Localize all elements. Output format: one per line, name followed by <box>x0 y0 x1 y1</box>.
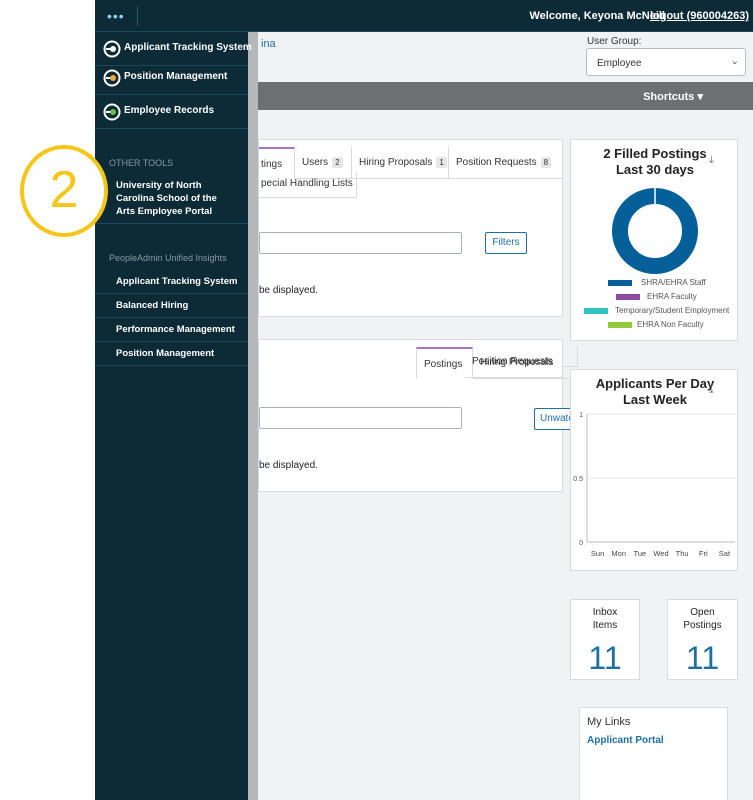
line-chart: 1 0.5 0 Sun Mon Tue Wed Thu Fri Sat <box>573 412 735 558</box>
stat-label-line1: Inbox <box>592 607 618 618</box>
x-tick-label: Fri <box>699 549 708 558</box>
caret-down-icon: ▾ <box>697 91 703 103</box>
download-icon[interactable]: ⤓ <box>709 384 723 396</box>
legend-item: SHRA/EHRA Staff <box>571 277 739 289</box>
unused <box>563 346 578 367</box>
shortcuts-bar: Shortcuts ▾ <box>258 82 753 110</box>
x-tick-label: Wed <box>653 549 668 558</box>
legend-label: EHRA Non Faculty <box>637 320 704 329</box>
sidebar-item-employee-records[interactable]: Employee Records <box>95 95 248 129</box>
inbox-items-card[interactable]: Inbox Items 11 <box>570 599 640 680</box>
y-tick-label: 0.5 <box>573 476 583 483</box>
sidebar-item-employee-portal[interactable]: University of North Carolina School of t… <box>95 178 248 224</box>
tab-position-requests[interactable]: Position Requests 8 <box>449 147 563 179</box>
other-tools-heading: OTHER TOOLS <box>109 158 174 168</box>
empty-message: be displayed. <box>259 285 318 296</box>
sidebar-shadow <box>248 32 258 800</box>
tab-label: Postings <box>424 359 463 370</box>
tab-special-handling-lists[interactable]: pecial Handling Lists <box>259 172 357 198</box>
shortcuts-menu[interactable]: Shortcuts ▾ <box>643 90 703 103</box>
pie-chart <box>612 188 698 274</box>
my-links-title: My Links <box>587 716 631 728</box>
app-logo-icon <box>103 40 121 58</box>
legend-swatch <box>608 280 632 286</box>
tab-label: Users <box>302 157 329 168</box>
filters-button[interactable]: Filters <box>485 232 527 254</box>
x-tick-label: Thu <box>676 549 689 558</box>
applicants-per-day-card: Applicants Per Day Last Week ⤓ 1 0.5 0 Sun M… <box>570 369 738 571</box>
sidebar-item-position-management[interactable]: Position Management <box>95 61 248 95</box>
app-logo-icon <box>103 69 121 87</box>
sidebar-item-insights-ats[interactable]: Applicant Tracking System <box>95 270 248 294</box>
stat-value: 11 <box>588 640 622 676</box>
x-tick-label: Tue <box>634 549 647 558</box>
inbox-panel: tings Users 2 Hiring Proposals 1 Position … <box>258 139 563 317</box>
user-group-label: User Group: <box>587 36 642 47</box>
tab-position-requests[interactable]: Position Requests <box>465 346 562 378</box>
tab-hiring-proposals[interactable]: Hiring Proposals 1 <box>352 147 449 179</box>
y-tick-label: 1 <box>579 412 583 419</box>
x-tick-label: Sun <box>591 549 604 558</box>
sidebar-item-label: Applicant Tracking System <box>124 42 252 53</box>
stat-label-line1: Open <box>690 607 715 618</box>
my-links-card: My Links Applicant Portal <box>579 707 728 800</box>
x-tick-label: Mon <box>611 549 626 558</box>
sidebar-item-label: Employee Records <box>124 105 215 116</box>
open-postings-card[interactable]: Open Postings 11 <box>667 599 738 680</box>
filled-postings-card: 2 Filled Postings Last 30 days ⤓ SHRA/EH… <box>570 139 738 341</box>
stat-label: Open Postings <box>668 606 737 632</box>
step-number-callout: 2 <box>20 145 108 237</box>
app-logo-icon <box>103 103 121 121</box>
legend-label: EHRA Faculty <box>647 292 697 301</box>
count-badge: 1 <box>436 157 447 168</box>
chevron-down-icon: ⌄ <box>730 56 739 67</box>
legend-item: EHRA Non Faculty <box>571 319 739 331</box>
pie-slice-ring <box>612 188 698 274</box>
tab-label: pecial Handling Lists <box>261 178 353 189</box>
legend-item: Temporary/Student Employment <box>571 305 739 317</box>
search-input[interactable] <box>259 232 462 254</box>
top-bar-divider <box>137 6 138 26</box>
tab-label: Position Requests <box>456 157 537 168</box>
logout-link[interactable]: logout (960004263) <box>650 10 749 22</box>
insights-heading: PeopleAdmin Unified Insights <box>109 253 227 263</box>
applicant-portal-link[interactable]: Applicant Portal <box>587 735 664 746</box>
stat-label-line2: Postings <box>683 620 722 631</box>
legend-label: Temporary/Student Employment <box>615 306 730 315</box>
x-tick-label: Sat <box>719 549 731 558</box>
app-window: ••• Welcome, Keyona McNeill logout (9600… <box>95 0 753 800</box>
top-bar: ••• Welcome, Keyona McNeill logout (9600… <box>95 0 753 32</box>
legend-swatch <box>584 308 608 314</box>
institution-name-link[interactable]: ina <box>261 38 276 50</box>
y-tick-label: 0 <box>579 540 583 547</box>
legend-swatch <box>608 322 632 328</box>
tab-label: tings <box>261 159 283 170</box>
search-input[interactable] <box>259 407 462 429</box>
empty-message: be displayed. <box>259 460 318 471</box>
sidebar-item-insights-position-management[interactable]: Position Management <box>95 342 248 366</box>
download-icon[interactable]: ⤓ <box>709 154 723 166</box>
count-badge: 8 <box>540 157 552 168</box>
legend-label: SHRA/EHRA Staff <box>641 278 706 287</box>
legend-item: EHRA Faculty <box>571 291 739 303</box>
stat-value: 11 <box>685 640 720 676</box>
legend-swatch <box>616 294 640 300</box>
pie-slice <box>612 188 698 274</box>
shortcuts-label: Shortcuts <box>643 91 695 103</box>
app-switcher-sidebar: Applicant Tracking System Position Manag… <box>95 32 252 800</box>
menu-dots-icon[interactable]: ••• <box>107 9 127 23</box>
tab-label: Position Requests <box>472 356 553 367</box>
user-group-select[interactable]: Employee ⌄ <box>586 48 746 76</box>
stat-label: Inbox Items <box>571 606 639 632</box>
welcome-text: Welcome, Keyona McNeill <box>529 10 665 22</box>
sidebar-item-performance-management[interactable]: Performance Management <box>95 318 248 342</box>
user-group-value: Employee <box>597 58 642 69</box>
sidebar-item-balanced-hiring[interactable]: Balanced Hiring <box>95 294 248 318</box>
sidebar-item-label: Position Management <box>124 71 228 82</box>
tab-label: Hiring Proposals <box>359 157 433 168</box>
count-badge: 2 <box>332 157 343 168</box>
stat-label-line2: Items <box>592 620 618 631</box>
